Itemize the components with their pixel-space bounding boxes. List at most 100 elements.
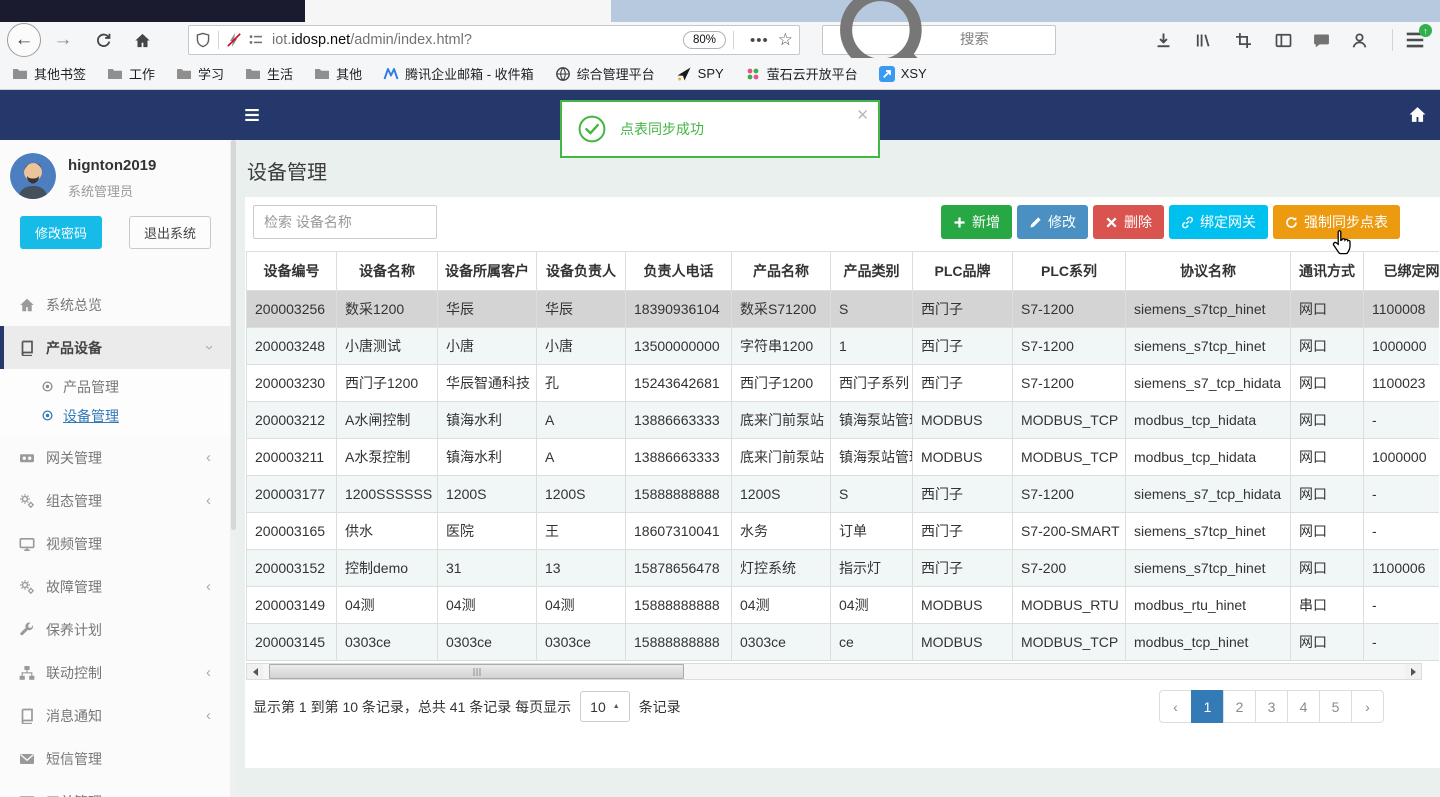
user-panel: hignton2019 系统管理员 bbox=[0, 140, 230, 200]
browser-menu-button[interactable]: ↑ bbox=[1402, 24, 1432, 51]
sidebar-item-gateway-management[interactable]: 网关管理 ‹ bbox=[0, 436, 230, 479]
bookmark-item[interactable]: 其他书签 bbox=[12, 64, 86, 83]
table-cell: 04测 bbox=[336, 586, 438, 624]
table-cell: 西门子1200 bbox=[336, 364, 438, 402]
sidebar-collapse-button[interactable] bbox=[243, 106, 261, 124]
column-header[interactable]: PLC系列 bbox=[1012, 251, 1126, 291]
page-actions-icon[interactable]: ••• bbox=[750, 32, 769, 49]
column-header[interactable]: 产品名称 bbox=[731, 251, 831, 291]
toolbar-button-delete[interactable]: 删除 bbox=[1093, 205, 1164, 239]
table-row[interactable]: 200003212 A水闸控制 镇海水利 A 13886663333 底来门前泵站 镇海泵站… bbox=[246, 401, 1439, 439]
gears-icon bbox=[19, 493, 35, 509]
bookmark-item[interactable]: 生活 bbox=[245, 64, 293, 83]
scrollbar-thumb[interactable] bbox=[231, 140, 236, 530]
bookmark-item[interactable]: 腾讯企业邮箱 - 收件箱 bbox=[383, 64, 534, 83]
pagination-page-3[interactable]: 3 bbox=[1255, 690, 1288, 723]
bookmark-item[interactable]: XSY bbox=[878, 65, 927, 82]
bookmark-item[interactable]: 工作 bbox=[107, 64, 155, 83]
sidebar-item-sms-management[interactable]: 短信管理 bbox=[0, 737, 230, 780]
sidebar-item-fault-management[interactable]: 故障管理 ‹ bbox=[0, 565, 230, 608]
sidebar-item-linkage-control[interactable]: 联动控制 ‹ bbox=[0, 651, 230, 694]
browser-search-input[interactable] bbox=[959, 32, 1047, 48]
main-content: 设备管理 新增修改删除绑定网关强制同步点表 设备编号设备名称设备所属客户设备负责… bbox=[237, 140, 1440, 797]
pagination-page-4[interactable]: 4 bbox=[1287, 690, 1320, 723]
bolt-slash-icon[interactable] bbox=[226, 32, 242, 48]
table-row[interactable]: 200003145 0303ce 0303ce 0303ce 15888888888 03… bbox=[246, 623, 1439, 661]
bookmark-item[interactable]: 学习 bbox=[176, 64, 224, 83]
bookmark-star-icon[interactable]: ☆ bbox=[778, 30, 793, 50]
sidebar-subitem-device-management[interactable]: 设备管理 bbox=[0, 401, 230, 430]
sidebar-item-system-overview[interactable]: 系统总览 bbox=[0, 283, 230, 326]
bookmark-item[interactable]: 综合管理平台 bbox=[555, 64, 655, 83]
sidebar-item-work-order[interactable]: 工单管理 bbox=[0, 780, 230, 797]
scroll-right-arrow[interactable] bbox=[1405, 664, 1421, 679]
sidebar-subitem-product-management[interactable]: 产品管理 bbox=[0, 372, 230, 401]
zoom-level-badge[interactable]: 80% bbox=[682, 31, 726, 49]
permissions-icon[interactable] bbox=[248, 32, 264, 48]
change-password-button[interactable]: 修改密码 bbox=[20, 216, 103, 249]
logout-button[interactable]: 退出系统 bbox=[129, 216, 212, 249]
shield-icon[interactable] bbox=[195, 32, 211, 48]
screenshot-tool-button[interactable] bbox=[1232, 29, 1254, 51]
reload-button[interactable] bbox=[88, 25, 118, 55]
messages-button[interactable] bbox=[1310, 29, 1332, 51]
device-search-input[interactable] bbox=[253, 205, 437, 239]
scroll-left-arrow[interactable] bbox=[247, 664, 263, 679]
table-row[interactable]: 200003248 小唐测试 小唐 小唐 13500000000 字符串1200 1 西门子 S… bbox=[246, 327, 1439, 365]
column-header[interactable]: PLC品牌 bbox=[912, 251, 1013, 291]
bookmark-item[interactable]: 萤石云开放平台 bbox=[745, 64, 858, 83]
library-button[interactable] bbox=[1192, 29, 1214, 51]
horizontal-scrollbar[interactable] bbox=[246, 663, 1422, 680]
sidebar-item-maintenance-plan[interactable]: 保养计划 bbox=[0, 608, 230, 651]
table-row[interactable]: 200003165 供水 医院王 18607310041 水务 订单 西门子 S7-200-S… bbox=[246, 512, 1439, 550]
table-row[interactable]: 200003177 1200SSSSSS 1200S 1200S 15888888888… bbox=[246, 475, 1439, 513]
app-home-button[interactable] bbox=[1408, 105, 1427, 124]
column-header[interactable]: 设备名称 bbox=[336, 251, 438, 291]
bookmark-label: 综合管理平台 bbox=[576, 67, 655, 82]
active-tab[interactable] bbox=[305, 0, 611, 22]
url-bar[interactable]: iot.idosp.net/admin/index.html? 80% ••• … bbox=[188, 25, 800, 55]
table-row[interactable]: 200003152 控制demo 31 13 15878656478 灯控系统 指示灯 西门子… bbox=[246, 549, 1439, 587]
column-header[interactable]: 负责人电话 bbox=[625, 251, 732, 291]
sidebar-scrollbar[interactable] bbox=[230, 140, 237, 797]
toolbar-button-bind-gateway[interactable]: 绑定网关 bbox=[1169, 205, 1268, 239]
sidebar-item-video-management[interactable]: 视频管理 bbox=[0, 522, 230, 565]
table-row[interactable]: 200003211 A水泵控制 镇海水利 A 13886663333 底来门前泵站 镇海泵站… bbox=[246, 438, 1439, 476]
bookmark-item[interactable]: 其他 bbox=[314, 64, 362, 83]
home-button[interactable] bbox=[127, 25, 157, 55]
column-header[interactable]: 协议名称 bbox=[1125, 251, 1291, 291]
pagination-page-5[interactable]: 5 bbox=[1319, 690, 1352, 723]
sidebar-item-scada-management[interactable]: 组态管理 ‹ bbox=[0, 479, 230, 522]
pagination-next[interactable]: › bbox=[1351, 690, 1384, 723]
table-row[interactable]: 200003149 04测 04测 04测 15888888888 04测 04测 MODBU… bbox=[246, 586, 1439, 624]
pagination-prev[interactable]: ‹ bbox=[1159, 690, 1192, 723]
account-button[interactable] bbox=[1348, 29, 1370, 51]
column-header[interactable]: 已绑定网关 bbox=[1363, 251, 1439, 291]
sidebar-toggle-button[interactable] bbox=[1272, 29, 1294, 51]
scrollbar-thumb[interactable] bbox=[269, 664, 684, 679]
column-header[interactable]: 产品类别 bbox=[830, 251, 913, 291]
pagination-page-1[interactable]: 1 bbox=[1191, 690, 1224, 723]
sidebar-item-product-device[interactable]: 产品设备 ‹ bbox=[0, 326, 230, 369]
table-cell: siemens_s7tcp_hinet bbox=[1125, 512, 1291, 550]
pagination-page-2[interactable]: 2 bbox=[1223, 690, 1256, 723]
table-row[interactable]: 200003230 西门子1200 华辰智通科技孔 15243642681 西门子120… bbox=[246, 364, 1439, 402]
back-button[interactable]: ← bbox=[7, 23, 41, 57]
forward-button[interactable]: → bbox=[48, 25, 78, 55]
column-header[interactable]: 设备负责人 bbox=[536, 251, 626, 291]
browser-search-bar[interactable] bbox=[822, 0, 1056, 92]
bookmark-label: 生活 bbox=[267, 67, 294, 82]
column-header[interactable]: 设备编号 bbox=[246, 251, 337, 291]
column-header[interactable]: 设备所属客户 bbox=[437, 251, 537, 291]
column-header[interactable]: 通讯方式 bbox=[1290, 251, 1364, 291]
table-row[interactable]: 200003256 数采1200 华辰 华辰 18390936104 数采S71200 S 西… bbox=[246, 290, 1439, 328]
toolbar-button-add[interactable]: 新增 bbox=[941, 205, 1012, 239]
toast-close-icon[interactable]: ✕ bbox=[856, 106, 869, 124]
sidebar-item-message-notice[interactable]: 消息通知 ‹ bbox=[0, 694, 230, 737]
toolbar-button-edit[interactable]: 修改 bbox=[1017, 205, 1088, 239]
table-cell: 网口 bbox=[1290, 475, 1364, 513]
table-cell: 数采1200 bbox=[336, 290, 438, 328]
downloads-button[interactable] bbox=[1152, 29, 1174, 51]
bookmark-item[interactable]: SPY bbox=[676, 66, 724, 82]
page-size-dropdown[interactable]: 10 ▲ bbox=[580, 691, 630, 722]
